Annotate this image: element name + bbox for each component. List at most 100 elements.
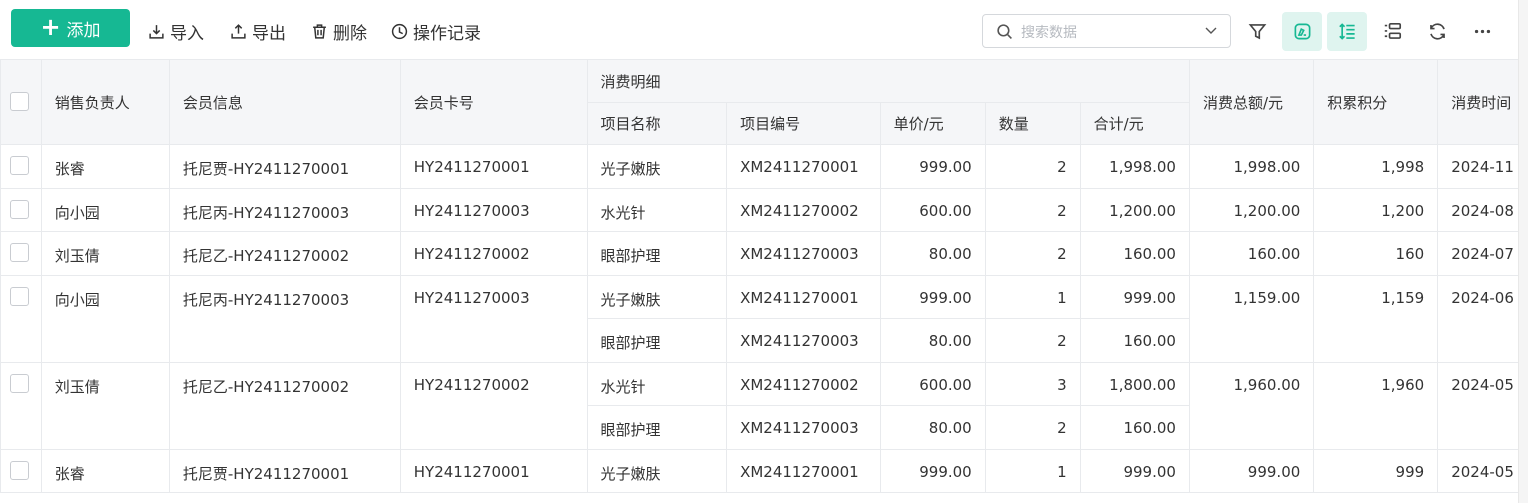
cell-subtotal: 1,200.00 bbox=[1079, 188, 1190, 232]
cell-qty: 2 bbox=[984, 144, 1081, 189]
cell-member: 托尼乙-HY2411270002 bbox=[168, 362, 401, 450]
cell-qty: 1 bbox=[984, 449, 1081, 493]
export-button[interactable]: 导出 bbox=[230, 19, 286, 44]
line-height-icon bbox=[1338, 23, 1355, 40]
refresh-button[interactable] bbox=[1417, 12, 1457, 51]
cell-item-name: 水光针 bbox=[586, 362, 728, 406]
cell-sales: 刘玉倩 bbox=[40, 362, 170, 450]
row-checkbox[interactable] bbox=[10, 287, 29, 306]
header-item-name[interactable]: 项目名称 bbox=[586, 102, 728, 145]
row-checkbox-cell bbox=[0, 362, 42, 450]
header-total[interactable]: 消费总额/元 bbox=[1188, 59, 1315, 145]
refresh-icon bbox=[1429, 23, 1445, 40]
cell-card: HY2411270001 bbox=[399, 449, 588, 493]
cell-unit-price: 999.00 bbox=[879, 275, 986, 319]
table-row[interactable]: 张睿 托尼贾-HY2411270001 HY2411270001 光子嫩肤 XM… bbox=[0, 449, 1528, 493]
cell-sales: 张睿 bbox=[40, 144, 170, 189]
table-row[interactable]: 张睿 托尼贾-HY2411270001 HY2411270001 光子嫩肤 XM… bbox=[0, 144, 1528, 189]
row-checkbox[interactable] bbox=[10, 243, 29, 262]
highlight-button[interactable] bbox=[1282, 12, 1322, 51]
operation-log-button[interactable]: 操作记录 bbox=[391, 19, 481, 44]
delete-label: 删除 bbox=[333, 23, 367, 44]
more-button[interactable] bbox=[1462, 12, 1502, 51]
row-checkbox-cell bbox=[0, 449, 42, 493]
cell-points: 160 bbox=[1313, 231, 1439, 276]
cell-item-code: XM2411270003 bbox=[726, 405, 881, 450]
cell-time: 2024-11 bbox=[1437, 144, 1528, 189]
cell-subtotal: 160.00 bbox=[1079, 318, 1190, 363]
cell-points: 1,200 bbox=[1313, 188, 1439, 232]
cell-member: 托尼乙-HY2411270002 bbox=[168, 231, 401, 276]
cell-subtotal: 999.00 bbox=[1079, 449, 1190, 493]
cell-item-code: XM2411270003 bbox=[726, 318, 881, 363]
cell-total: 160.00 bbox=[1188, 231, 1315, 276]
list-settings-icon bbox=[1384, 22, 1401, 39]
cell-item-name: 眼部护理 bbox=[586, 231, 728, 276]
delete-button[interactable]: 删除 bbox=[311, 19, 367, 44]
cell-unit-price: 999.00 bbox=[879, 144, 986, 189]
header-points[interactable]: 积累积分 bbox=[1313, 59, 1439, 145]
cell-card: HY2411270002 bbox=[399, 362, 588, 450]
header-member[interactable]: 会员信息 bbox=[168, 59, 401, 145]
header-sales[interactable]: 销售负责人 bbox=[40, 59, 170, 145]
cell-qty: 3 bbox=[984, 362, 1081, 406]
cell-total: 999.00 bbox=[1188, 449, 1315, 493]
vertical-scrollbar[interactable] bbox=[1518, 0, 1528, 503]
clock-icon bbox=[391, 23, 408, 39]
cell-time: 2024-05 bbox=[1437, 449, 1528, 493]
cell-member: 托尼贾-HY2411270001 bbox=[168, 144, 401, 189]
header-unit-price[interactable]: 单价/元 bbox=[879, 102, 986, 145]
cell-card: HY2411270001 bbox=[399, 144, 588, 189]
cell-sales: 向小园 bbox=[40, 275, 170, 363]
filter-button[interactable] bbox=[1237, 12, 1277, 51]
import-button[interactable]: 导入 bbox=[148, 19, 204, 44]
cell-unit-price: 80.00 bbox=[879, 231, 986, 276]
header-card[interactable]: 会员卡号 bbox=[399, 59, 588, 145]
cell-time: 2024-06 bbox=[1437, 275, 1528, 363]
search-box[interactable]: 搜索数据 bbox=[982, 14, 1231, 48]
table-row[interactable]: 刘玉倩 托尼乙-HY2411270002 HY2411270002 水光针 XM… bbox=[0, 362, 1528, 450]
row-checkbox[interactable] bbox=[10, 200, 29, 219]
chevron-down-icon[interactable] bbox=[1205, 27, 1217, 35]
row-checkbox[interactable] bbox=[10, 461, 29, 480]
cell-qty: 2 bbox=[984, 318, 1081, 363]
cell-total: 1,200.00 bbox=[1188, 188, 1315, 232]
column-settings-button[interactable] bbox=[1372, 12, 1412, 51]
export-icon bbox=[231, 23, 246, 39]
cell-card: HY2411270003 bbox=[399, 188, 588, 232]
cell-member: 托尼贾-HY2411270001 bbox=[168, 449, 401, 493]
add-button-label: 添加 bbox=[66, 20, 101, 41]
row-height-button[interactable] bbox=[1327, 12, 1367, 51]
header-item-code[interactable]: 项目编号 bbox=[726, 102, 881, 145]
cell-item-code: XM2411270001 bbox=[726, 144, 881, 189]
cell-unit-price: 600.00 bbox=[879, 188, 986, 232]
header-subtotal[interactable]: 合计/元 bbox=[1079, 102, 1190, 145]
select-all-checkbox[interactable] bbox=[10, 91, 29, 111]
cell-sales: 张睿 bbox=[40, 449, 170, 493]
cell-unit-price: 999.00 bbox=[879, 449, 986, 493]
highlight-icon bbox=[1294, 23, 1310, 40]
cell-time: 2024-08 bbox=[1437, 188, 1528, 232]
row-checkbox-cell bbox=[0, 231, 42, 276]
cell-item-name: 水光针 bbox=[586, 188, 728, 232]
cell-item-code: XM2411270002 bbox=[726, 362, 881, 406]
table-row[interactable]: 刘玉倩 托尼乙-HY2411270002 HY2411270002 眼部护理 X… bbox=[0, 231, 1528, 276]
cell-qty: 2 bbox=[984, 188, 1081, 232]
header-time[interactable]: 消费时间 bbox=[1437, 59, 1528, 145]
filter-icon bbox=[1248, 24, 1266, 40]
table-row[interactable]: 向小园 托尼丙-HY2411270003 HY2411270003 光子嫩肤 X… bbox=[0, 275, 1528, 363]
cell-time: 2024-07 bbox=[1437, 231, 1528, 276]
table-row[interactable]: 向小园 托尼丙-HY2411270003 HY2411270003 水光针 XM… bbox=[0, 188, 1528, 232]
row-checkbox[interactable] bbox=[10, 374, 29, 393]
add-button[interactable]: + 添加 bbox=[11, 9, 130, 47]
cell-qty: 2 bbox=[984, 405, 1081, 450]
cell-member: 托尼丙-HY2411270003 bbox=[168, 188, 401, 232]
cell-item-name: 光子嫩肤 bbox=[586, 275, 728, 319]
import-icon bbox=[149, 24, 164, 39]
header-qty[interactable]: 数量 bbox=[984, 102, 1081, 145]
operation-log-label: 操作记录 bbox=[413, 23, 481, 44]
cell-sales: 刘玉倩 bbox=[40, 231, 170, 276]
trash-icon bbox=[313, 23, 326, 39]
row-checkbox[interactable] bbox=[10, 156, 29, 175]
cell-total: 1,998.00 bbox=[1188, 144, 1315, 189]
